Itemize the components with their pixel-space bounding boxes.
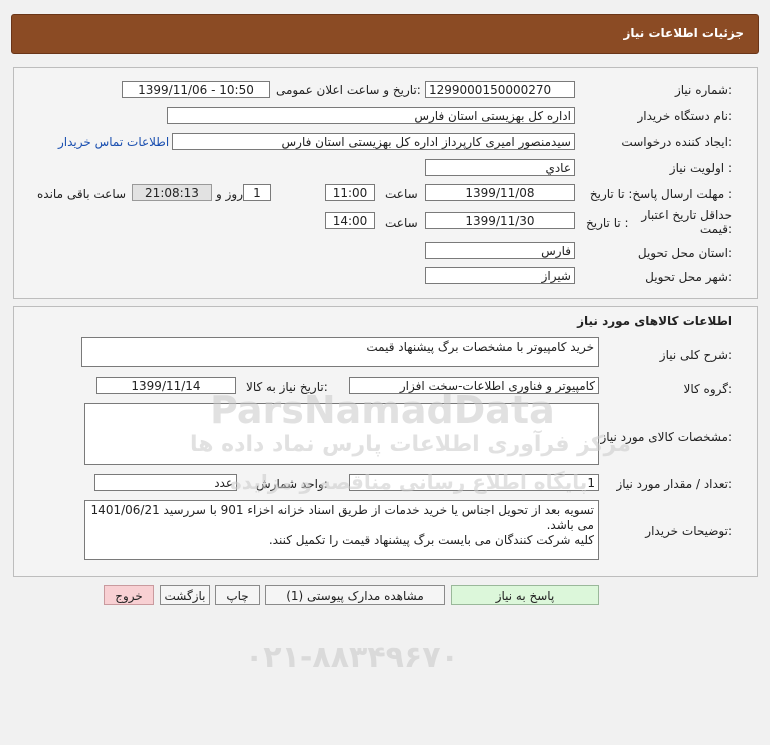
province-field: فارس [425, 242, 575, 259]
quantity-label: تعداد / مقدار مورد نیاز: [616, 477, 732, 491]
notes-line-2: می باشد. [546, 518, 594, 532]
priority-field: عادي [425, 159, 575, 176]
group-field: کامپیوتر و فناوری اطلاعات-سخت افزار [349, 377, 599, 394]
price-validity-label-2: قیمت: [699, 222, 732, 236]
priority-label: اولویت نیاز : [669, 161, 732, 175]
page-title: جزئیات اطلاعات نیاز [623, 26, 744, 40]
price-until-label: تا تاریخ : [586, 216, 629, 230]
specs-label: مشخصات کالای مورد نیاز: [600, 430, 732, 444]
exit-button[interactable]: خروج [104, 585, 154, 605]
city-label: شهر محل تحویل: [645, 270, 732, 284]
notes-line-1: تسویه بعد از تحویل اجناس یا خرید خدمات ا… [90, 503, 594, 517]
days-remaining-field: 1 [243, 184, 271, 201]
deadline-time-field: 11:00 [325, 184, 375, 201]
notes-label: توضیحات خریدار: [645, 524, 732, 538]
price-validity-label: حداقل تاریخ اعتبار [641, 208, 732, 222]
goods-section-title: اطلاعات کالاهای مورد نیاز [577, 314, 732, 328]
announce-field: 1399/11/06 - 10:50 [122, 81, 270, 98]
creator-field: سیدمنصور امیری کارپرداز اداره کل بهزیستی… [172, 133, 575, 150]
buyer-org-label: نام دستگاه خریدار: [637, 109, 733, 123]
description-label: شرح کلی نیاز: [659, 348, 732, 362]
price-date-field: 1399/11/30 [425, 212, 575, 229]
deadline-label: مهلت ارسال پاسخ: تا تاریخ : [589, 187, 732, 201]
need-number-field: 1299000150000270 [425, 81, 575, 98]
specs-field [84, 403, 599, 465]
unit-label: واحد شمارش: [256, 477, 328, 491]
group-label: گروه کالا: [683, 382, 733, 396]
print-button[interactable]: چاپ [215, 585, 260, 605]
announce-label: تاریخ و ساعت اعلان عمومی: [276, 83, 421, 97]
city-field: شیراز [425, 267, 575, 284]
watermark-phone: ۰۲۱-۸۸۳۴۹۶۷۰ [245, 640, 459, 675]
price-time-field: 14:00 [325, 212, 375, 229]
notes-field: تسویه بعد از تحویل اجناس یا خرید خدمات ا… [84, 500, 599, 560]
unit-field: عدد [94, 474, 237, 491]
deadline-time-label: ساعت [385, 187, 418, 201]
need-info-panel [13, 67, 758, 299]
remaining-label: ساعت باقی مانده [37, 187, 127, 201]
creator-label: ایجاد کننده درخواست: [621, 135, 732, 149]
time-remaining-field: 21:08:13 [132, 184, 212, 201]
province-label: استان محل تحویل: [637, 246, 732, 260]
need-date-label: تاریخ نیاز به کالا: [246, 380, 328, 394]
notes-line-3: کلیه شرکت کنندگان می بایست برگ پیشنهاد ق… [268, 533, 594, 547]
price-time-label: ساعت [385, 216, 418, 230]
quantity-field: 1 [349, 474, 599, 491]
need-date-field: 1399/11/14 [96, 377, 236, 394]
page-header: جزئیات اطلاعات نیاز [11, 14, 759, 54]
attachments-button[interactable]: مشاهده مدارک پیوستی (1) [265, 585, 445, 605]
reply-button[interactable]: پاسخ به نیاز [451, 585, 599, 605]
description-field: خرید کامپیوتر با مشخصات برگ پیشنهاد قیمت [81, 337, 599, 367]
back-button[interactable]: بازگشت [160, 585, 210, 605]
buyer-contact-link[interactable]: اطلاعات تماس خریدار [58, 135, 169, 149]
days-label: روز و [216, 187, 243, 201]
buyer-org-field: اداره کل بهزیستی استان فارس [167, 107, 575, 124]
need-number-label: شماره نیاز: [674, 83, 732, 97]
deadline-date-field: 1399/11/08 [425, 184, 575, 201]
